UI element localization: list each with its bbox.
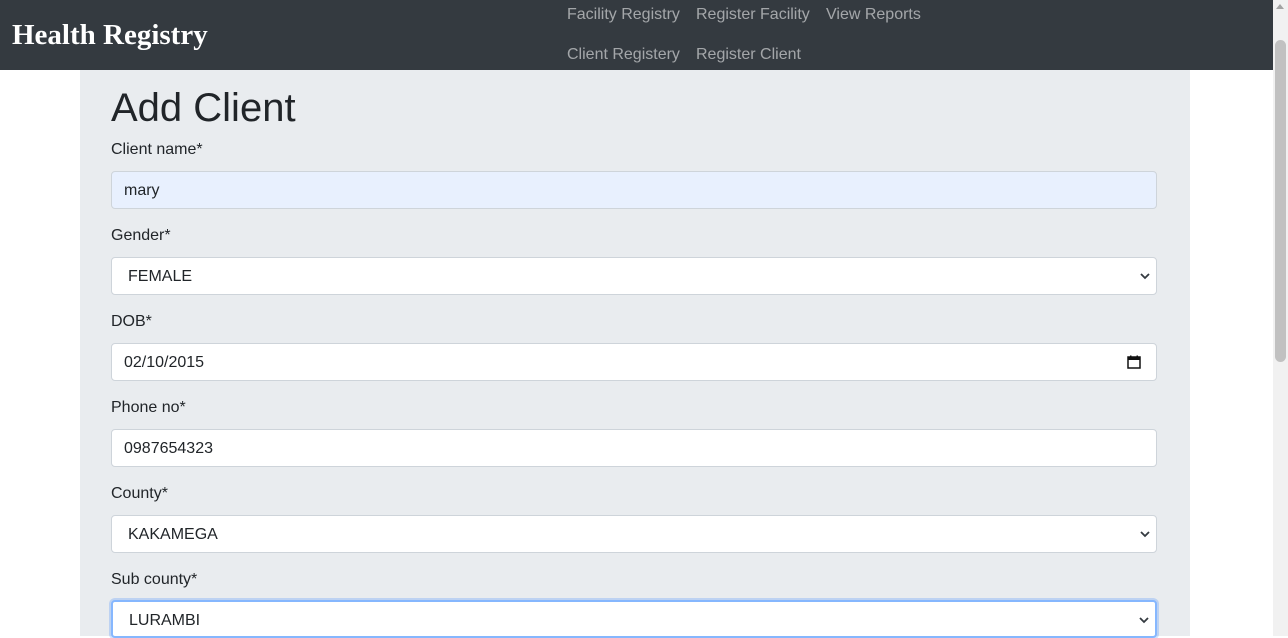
phone-input[interactable]: 0987654323 bbox=[111, 429, 1157, 467]
dob-date-input[interactable]: 02/10/2015 bbox=[111, 343, 1157, 381]
scrollbar-thumb[interactable] bbox=[1275, 40, 1286, 362]
chevron-down-icon bbox=[1139, 617, 1149, 624]
nav-link-client-registery[interactable]: Client Registery bbox=[567, 45, 680, 65]
nav-link-view-reports[interactable]: View Reports bbox=[826, 5, 921, 25]
nav-link-register-client[interactable]: Register Client bbox=[696, 45, 801, 65]
sub-county-label: Sub county* bbox=[111, 571, 198, 588]
sub-county-value: LURAMBI bbox=[129, 612, 201, 629]
chevron-down-icon bbox=[1140, 273, 1150, 280]
county-value: KAKAMEGA bbox=[128, 526, 218, 543]
client-name-value: mary bbox=[124, 182, 160, 199]
client-name-input[interactable]: mary bbox=[111, 171, 1157, 209]
phone-label: Phone no* bbox=[111, 399, 186, 416]
nav-link-facility-registry[interactable]: Facility Registry bbox=[567, 5, 680, 25]
add-client-form: Add Client Client name* mary Gender* FEM… bbox=[80, 70, 1190, 638]
nav-link-register-facility[interactable]: Register Facility bbox=[696, 5, 810, 25]
phone-value: 0987654323 bbox=[124, 440, 213, 457]
client-name-label: Client name* bbox=[111, 141, 203, 158]
county-label: County* bbox=[111, 485, 168, 502]
gender-value: FEMALE bbox=[128, 268, 193, 285]
top-navbar: Health Registry Facility Registry Regist… bbox=[0, 0, 1273, 70]
calendar-icon[interactable] bbox=[1127, 355, 1141, 369]
gender-select[interactable]: FEMALE bbox=[111, 257, 1157, 295]
gender-label: Gender* bbox=[111, 227, 171, 244]
county-select[interactable]: KAKAMEGA bbox=[111, 515, 1157, 553]
scroll-up-arrow-icon[interactable] bbox=[1276, 4, 1284, 9]
dob-value: 02/10/2015 bbox=[124, 354, 205, 371]
sub-county-select[interactable]: LURAMBI bbox=[111, 600, 1157, 638]
brand-logo-text[interactable]: Health Registry bbox=[12, 17, 208, 53]
chevron-down-icon bbox=[1140, 531, 1150, 538]
page-title: Add Client bbox=[111, 86, 296, 130]
page-scrollbar[interactable] bbox=[1273, 0, 1288, 636]
dob-label: DOB* bbox=[111, 313, 152, 330]
